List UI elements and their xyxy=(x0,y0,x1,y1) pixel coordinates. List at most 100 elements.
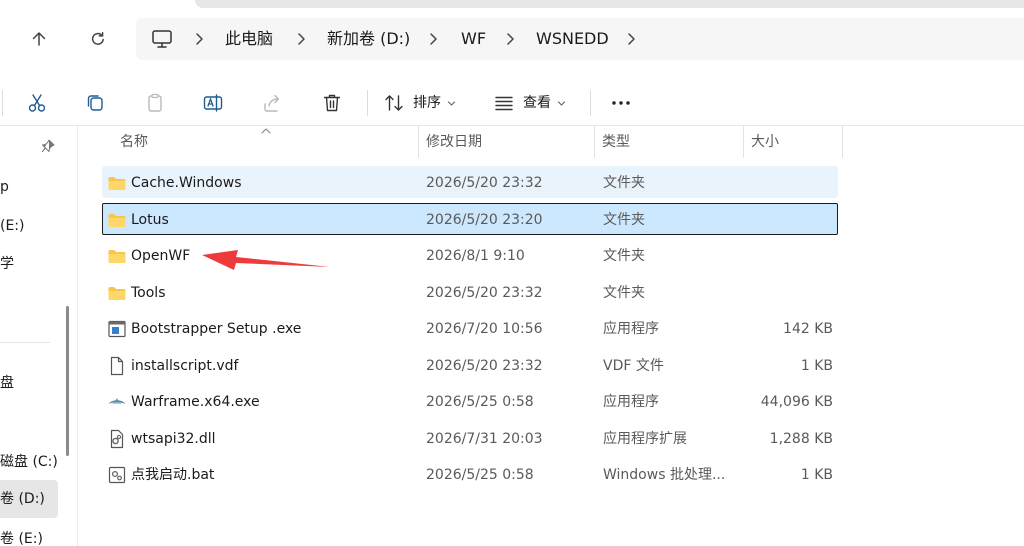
file-size: 1 KB xyxy=(800,357,833,374)
file-modified-date: 2026/7/31 20:03 xyxy=(426,430,543,447)
toolbar-divider xyxy=(590,90,591,116)
rename-icon xyxy=(203,94,223,112)
rename-button[interactable] xyxy=(198,87,228,119)
file-modified-date: 2026/5/20 23:32 xyxy=(426,357,543,374)
file-modified-date: 2026/5/25 0:58 xyxy=(426,467,534,483)
file-row[interactable]: wtsapi32.dll 2026/7/31 20:03 应用程序扩展 1,288 K… xyxy=(102,422,838,454)
list-view-icon xyxy=(495,96,513,111)
paste-button[interactable] xyxy=(140,87,170,119)
nav-item-drive-e2[interactable]: 卷 (E:) xyxy=(0,526,43,546)
file-name: Cache.Windows xyxy=(131,175,242,191)
file-row[interactable]: Tools 2026/5/20 23:32 文件夹 xyxy=(102,276,838,308)
clipboard-icon xyxy=(148,93,162,112)
window-top-edge xyxy=(195,0,1024,8)
warframe-logo-icon xyxy=(107,392,127,412)
file-row[interactable]: Bootstrapper Setup .exe 2026/7/20 10:56 应用… xyxy=(102,312,838,344)
dll-gear-icon xyxy=(107,429,127,449)
file-name: OpenWF xyxy=(131,248,191,264)
file-name: Warframe.x64.exe xyxy=(131,394,260,410)
nav-item-drive-e[interactable]: (E:) xyxy=(0,213,25,239)
sort-label: 排序 xyxy=(413,95,441,111)
file-row[interactable]: Lotus 2026/5/20 23:20 文件夹 xyxy=(102,202,838,235)
file-size: 1 KB xyxy=(800,467,833,483)
file-name: wtsapi32.dll xyxy=(131,430,216,447)
chevron-down-icon xyxy=(447,100,456,106)
file-type: 应用程序扩展 xyxy=(603,430,687,447)
column-separator[interactable] xyxy=(842,126,843,158)
breadcrumb-this-pc[interactable]: 此电脑 xyxy=(225,28,273,50)
column-header-size[interactable]: 大小 xyxy=(743,126,779,158)
navigation-pane: p (E:) 学 盘 磁盘 (C:) 卷 (D:) 卷 (E:) xyxy=(0,126,78,546)
share-icon xyxy=(264,94,280,112)
file-name: 点我启动.bat xyxy=(131,467,215,483)
delete-button[interactable] xyxy=(317,87,347,119)
file-name: Bootstrapper Setup .exe xyxy=(131,321,302,337)
nav-item-study[interactable]: 学 xyxy=(0,251,14,277)
column-header-type[interactable]: 类型 xyxy=(594,126,630,158)
column-header-name[interactable]: 名称 xyxy=(112,126,148,158)
cut-button[interactable] xyxy=(22,87,52,119)
nav-item-drive-c[interactable]: 磁盘 (C:) xyxy=(0,449,58,475)
file-modified-date: 2026/8/1 9:10 xyxy=(426,248,525,264)
chevron-right-icon[interactable] xyxy=(428,30,438,48)
file-name: installscript.vdf xyxy=(131,357,239,374)
nav-divider xyxy=(0,342,50,343)
file-row[interactable]: Warframe.x64.exe 2026/5/25 0:58 应用程序 44,096… xyxy=(102,385,838,417)
file-type: 文件夹 xyxy=(603,211,645,228)
arrow-up-icon xyxy=(32,32,46,46)
file-type: VDF 文件 xyxy=(603,357,664,374)
chevron-right-icon[interactable] xyxy=(194,30,204,48)
file-row[interactable]: installscript.vdf 2026/5/20 23:32 VDF 文件 1 … xyxy=(102,349,838,381)
copy-icon xyxy=(87,95,103,111)
command-bar: 排序 查看 xyxy=(0,80,1024,126)
chevron-right-icon[interactable] xyxy=(626,30,636,48)
bat-gear-icon xyxy=(107,465,127,485)
file-icon xyxy=(107,356,127,376)
up-button[interactable] xyxy=(24,24,54,54)
more-dots-icon xyxy=(612,101,630,105)
nav-item-desktop[interactable]: p xyxy=(0,174,9,200)
share-button[interactable] xyxy=(257,87,287,119)
breadcrumb-wsnedd[interactable]: WSNEDD xyxy=(536,28,609,50)
view-button[interactable]: 查看 xyxy=(493,87,566,119)
nav-scrollbar[interactable] xyxy=(66,306,69,456)
chevron-right-icon[interactable] xyxy=(296,30,306,48)
file-type: 应用程序 xyxy=(603,394,659,410)
sort-button[interactable]: 排序 xyxy=(383,87,456,119)
folder-icon xyxy=(107,246,127,266)
refresh-icon xyxy=(91,31,104,45)
file-modified-date: 2026/7/20 10:56 xyxy=(426,321,543,337)
sort-ascending-icon xyxy=(261,128,271,134)
file-size: 1,288 KB xyxy=(769,430,833,447)
nav-item-disk[interactable]: 盘 xyxy=(0,370,14,396)
pin-icon[interactable] xyxy=(40,138,56,154)
file-row[interactable]: OpenWF 2026/8/1 9:10 文件夹 xyxy=(102,239,838,271)
file-size: 44,096 KB xyxy=(760,394,833,410)
file-type: 应用程序 xyxy=(603,321,659,337)
breadcrumb-drive-d[interactable]: 新加卷 (D:) xyxy=(327,28,410,50)
file-type: 文件夹 xyxy=(603,175,645,191)
refresh-button[interactable] xyxy=(83,24,113,54)
file-modified-date: 2026/5/25 0:58 xyxy=(426,394,534,410)
file-row[interactable]: Cache.Windows 2026/5/20 23:32 文件夹 xyxy=(102,166,838,198)
nav-item-drive-d[interactable]: 卷 (D:) xyxy=(0,486,45,512)
folder-icon xyxy=(107,283,127,303)
view-label: 查看 xyxy=(523,95,551,111)
file-name: Lotus xyxy=(131,211,169,228)
file-list: 名称 修改日期 类型 大小 Cache.Windows 2026/5/20 23:… xyxy=(78,126,1024,546)
more-options-button[interactable] xyxy=(606,87,636,119)
column-header-date[interactable]: 修改日期 xyxy=(418,126,482,158)
copy-button[interactable] xyxy=(80,87,110,119)
file-modified-date: 2026/5/20 23:20 xyxy=(426,211,543,228)
chevron-down-icon xyxy=(557,100,566,106)
folder-icon xyxy=(107,210,127,230)
file-row[interactable]: 点我启动.bat 2026/5/25 0:58 Windows 批处理... 1 KB xyxy=(102,458,838,490)
file-size: 142 KB xyxy=(783,321,833,337)
address-bar[interactable]: 此电脑 新加卷 (D:) WF WSNEDD xyxy=(136,18,1024,60)
file-modified-date: 2026/5/20 23:32 xyxy=(426,284,543,301)
file-type: 文件夹 xyxy=(603,284,645,301)
sort-icon xyxy=(385,95,403,111)
chevron-right-icon[interactable] xyxy=(505,30,515,48)
breadcrumb-wf[interactable]: WF xyxy=(461,28,486,50)
computer-icon xyxy=(152,30,172,48)
